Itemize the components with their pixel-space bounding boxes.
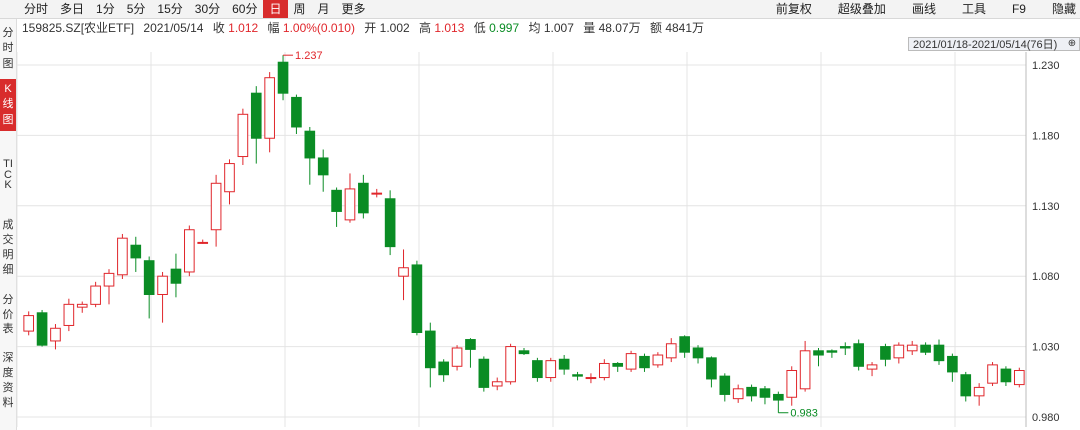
candle-body xyxy=(853,343,864,367)
candle-body xyxy=(612,362,624,367)
candle-body xyxy=(706,357,717,380)
candle-body xyxy=(987,364,998,384)
extreme-value-label: 0.983 xyxy=(790,408,818,420)
candle-body xyxy=(197,241,209,244)
candle-body xyxy=(224,163,235,193)
y-axis-tick-label: 1.030 xyxy=(1032,342,1060,354)
candle-body xyxy=(63,303,75,326)
candle-body xyxy=(1013,370,1025,386)
candle-body xyxy=(291,96,302,128)
y-axis-tick-label: 1.230 xyxy=(1032,60,1060,72)
y-axis-tick-label: 1.080 xyxy=(1032,271,1060,283)
candle-body xyxy=(304,130,316,159)
candle-body xyxy=(344,188,356,221)
kline-chart[interactable]: 1.230 1.180 1.130 1.080 1.030 0.980 1.237 0.983 xyxy=(0,0,1080,430)
candle-body xyxy=(130,244,142,259)
candle-body xyxy=(117,237,128,276)
candle-body xyxy=(906,344,918,352)
candle-body xyxy=(250,92,262,139)
candle-body xyxy=(50,327,61,342)
candle-body xyxy=(411,264,423,333)
candle-body xyxy=(960,374,972,397)
candle-body xyxy=(491,381,503,387)
candle-body xyxy=(317,157,329,176)
candle-body xyxy=(746,386,757,397)
candle-body xyxy=(478,358,490,388)
candle-body xyxy=(1000,368,1012,383)
candle-body xyxy=(947,355,958,373)
candle-body xyxy=(170,268,182,284)
candle-body xyxy=(371,192,383,195)
candle-body xyxy=(679,336,690,353)
candle-body xyxy=(36,312,48,346)
candle-body xyxy=(76,303,88,308)
candle-body xyxy=(23,315,35,332)
candle-body xyxy=(438,361,449,376)
candle-body xyxy=(585,377,597,380)
candle-body xyxy=(451,347,463,367)
y-axis-tick-label: 1.130 xyxy=(1032,201,1060,213)
candle-body xyxy=(90,285,101,305)
candle-body xyxy=(799,350,811,390)
candle-body xyxy=(652,354,664,366)
candle-body xyxy=(505,346,516,383)
candle-body xyxy=(732,388,744,400)
candle-body xyxy=(880,346,891,360)
candle-body xyxy=(384,198,396,248)
candle-body xyxy=(237,113,249,158)
candle-body xyxy=(465,339,476,350)
candle-body xyxy=(759,388,771,398)
candle-body xyxy=(143,260,155,295)
candle-body xyxy=(545,360,557,379)
candle-body xyxy=(398,267,409,277)
candle-body xyxy=(866,364,878,370)
candle-body xyxy=(264,77,275,139)
candle-body xyxy=(625,353,637,370)
candle-body xyxy=(558,358,570,370)
candle-body xyxy=(719,375,731,395)
y-axis-tick-label: 1.180 xyxy=(1032,130,1060,142)
candle-body xyxy=(572,374,583,377)
candle-body xyxy=(692,347,704,359)
candle-body xyxy=(786,370,798,398)
candle-body xyxy=(424,330,436,369)
candle-body xyxy=(826,350,838,353)
candle-body xyxy=(277,61,289,94)
y-axis-tick-label: 0.980 xyxy=(1032,412,1060,424)
candle-body xyxy=(331,189,342,212)
candle-body xyxy=(358,182,369,214)
candle-body xyxy=(103,272,115,287)
candle-body xyxy=(518,350,530,355)
candle-body xyxy=(599,362,610,379)
candle-body xyxy=(813,350,824,356)
candle-body xyxy=(920,344,931,353)
candle-body xyxy=(893,344,905,359)
candle-body xyxy=(933,344,945,362)
candle-body xyxy=(157,275,168,295)
candle-body xyxy=(665,343,677,359)
candle-body xyxy=(532,360,543,379)
extreme-value-label: 1.237 xyxy=(295,50,323,62)
candle-body xyxy=(773,393,784,401)
candle-body xyxy=(839,346,851,349)
candle-body xyxy=(639,355,650,369)
candle-body xyxy=(210,182,222,231)
candle-body xyxy=(184,229,195,273)
candle-body xyxy=(973,386,985,397)
